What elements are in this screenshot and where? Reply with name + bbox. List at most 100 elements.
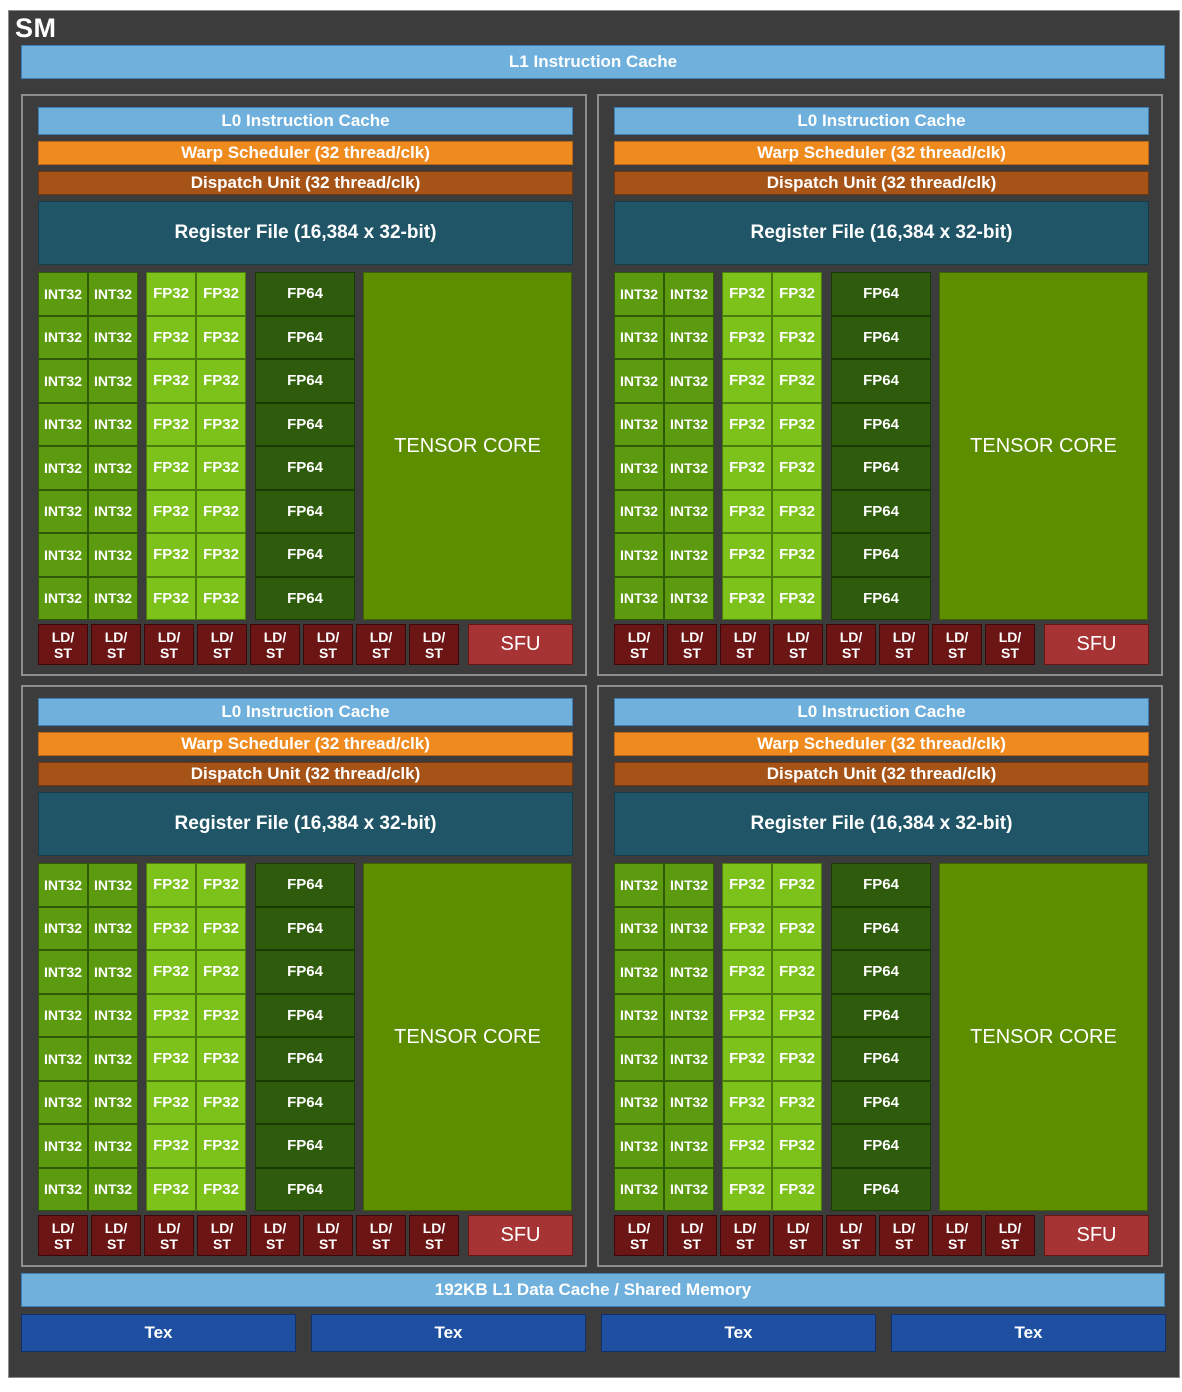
fp64-unit: FP64 [831, 1080, 931, 1124]
int32-row: INT32 INT32 [614, 272, 714, 316]
fp64-unit: FP64 [255, 950, 355, 994]
fp64-row: FP64 [831, 1037, 931, 1081]
ldst-st-label: ST [948, 644, 966, 661]
ldst-ld-label: LD/ [104, 628, 128, 645]
int32-unit: INT32 [664, 906, 714, 950]
processing-block-4: L0 Instruction Cache Warp Scheduler (32 t… [597, 685, 1163, 1267]
fp32-row: FP32 FP32 [722, 272, 822, 316]
int32-unit: INT32 [38, 863, 88, 907]
fp64-row: FP64 [255, 1037, 355, 1081]
fp32-unit: FP32 [772, 359, 822, 403]
fp32-unit: FP32 [196, 1037, 246, 1081]
fp64-row: FP64 [255, 906, 355, 950]
fp32-row: FP32 FP32 [722, 533, 822, 577]
fp32-unit: FP32 [772, 1080, 822, 1124]
int32-unit: INT32 [38, 359, 88, 403]
int32-unit: INT32 [614, 533, 664, 577]
fp64-unit: FP64 [831, 533, 931, 577]
fp64-row: FP64 [255, 993, 355, 1037]
fp32-unit: FP32 [146, 1080, 196, 1124]
dispatch-unit: Dispatch Unit (32 thread/clk) [614, 762, 1149, 786]
fp32-unit: FP32 [196, 359, 246, 403]
int32-row: INT32 INT32 [614, 1124, 714, 1168]
int32-unit: INT32 [88, 272, 138, 316]
ldst-st-label: ST [213, 1235, 231, 1252]
tex-unit: Tex [21, 1314, 296, 1352]
fp64-unit: FP64 [255, 1037, 355, 1081]
fp64-unit: FP64 [831, 1037, 931, 1081]
ldst-st-label: ST [319, 1235, 337, 1252]
int32-row: INT32 INT32 [614, 576, 714, 620]
fp64-row: FP64 [255, 576, 355, 620]
ldst-ld-label: LD/ [210, 628, 234, 645]
fp64-unit: FP64 [831, 315, 931, 359]
fp64-unit: FP64 [255, 489, 355, 533]
int32-unit: INT32 [614, 402, 664, 446]
fp32-row: FP32 FP32 [722, 1124, 822, 1168]
ldst-st-label: ST [266, 644, 284, 661]
fp32-row: FP32 FP32 [146, 993, 246, 1037]
ldst-unit: LD/ST [879, 624, 929, 665]
fp32-group: FP32 FP32 FP32 FP32 FP32 FP32 FP32 FP32 FP32 FP32… [722, 272, 822, 620]
ldst-st-label: ST [425, 1235, 443, 1252]
int32-unit: INT32 [664, 1080, 714, 1124]
l1-instruction-cache: L1 Instruction Cache [21, 45, 1165, 79]
fp32-unit: FP32 [722, 402, 772, 446]
ldst-ld-label: LD/ [369, 628, 393, 645]
fp32-row: FP32 FP32 [722, 1080, 822, 1124]
ldst-unit: LD/ST [197, 1215, 247, 1256]
fp32-unit: FP32 [196, 533, 246, 577]
dispatch-unit: Dispatch Unit (32 thread/clk) [614, 171, 1149, 195]
int32-unit: INT32 [664, 402, 714, 446]
fp64-row: FP64 [255, 533, 355, 577]
int32-unit: INT32 [88, 489, 138, 533]
int32-unit: INT32 [614, 1037, 664, 1081]
fp32-unit: FP32 [722, 1080, 772, 1124]
ldst-row: LD/ST LD/ST LD/ST LD/ST LD/ST LD/ST LD/ST LD/ST… [614, 1215, 1149, 1256]
ldst-st-label: ST [948, 1235, 966, 1252]
fp64-unit: FP64 [831, 359, 931, 403]
fp64-unit: FP64 [831, 993, 931, 1037]
fp32-unit: FP32 [196, 1124, 246, 1168]
ldst-st-label: ST [630, 1235, 648, 1252]
sm-label: SM [15, 13, 57, 43]
fp64-row: FP64 [831, 272, 931, 316]
fp64-unit: FP64 [255, 315, 355, 359]
sfu-unit: SFU [1044, 624, 1149, 665]
processing-block-1: L0 Instruction Cache Warp Scheduler (32 t… [21, 94, 587, 676]
int32-unit: INT32 [38, 576, 88, 620]
fp32-unit: FP32 [146, 359, 196, 403]
int32-unit: INT32 [664, 1124, 714, 1168]
fp64-row: FP64 [255, 402, 355, 446]
fp64-row: FP64 [831, 993, 931, 1037]
int32-row: INT32 INT32 [38, 993, 138, 1037]
ldst-st-label: ST [372, 1235, 390, 1252]
fp64-row: FP64 [255, 446, 355, 490]
fp64-unit: FP64 [255, 993, 355, 1037]
fp32-unit: FP32 [722, 1124, 772, 1168]
register-file: Register File (16,384 x 32-bit) [614, 792, 1149, 856]
fp64-unit: FP64 [255, 359, 355, 403]
ldst-ld-label: LD/ [733, 628, 757, 645]
fp64-row: FP64 [831, 576, 931, 620]
ldst-unit: LD/ST [38, 1215, 88, 1256]
fp64-row: FP64 [255, 272, 355, 316]
fp64-row: FP64 [831, 1080, 931, 1124]
fp64-group: FP64 FP64 FP64 FP64 FP64 FP64 FP64 FP64 [255, 863, 355, 1211]
fp64-row: FP64 [831, 863, 931, 907]
fp32-unit: FP32 [722, 489, 772, 533]
fp32-unit: FP32 [146, 863, 196, 907]
fp32-row: FP32 FP32 [146, 1080, 246, 1124]
ldst-st-label: ST [683, 1235, 701, 1252]
fp64-row: FP64 [831, 489, 931, 533]
fp64-unit: FP64 [831, 1124, 931, 1168]
fp32-unit: FP32 [196, 1080, 246, 1124]
int32-row: INT32 INT32 [38, 863, 138, 907]
ldst-st-label: ST [319, 644, 337, 661]
register-file: Register File (16,384 x 32-bit) [614, 201, 1149, 265]
fp64-unit: FP64 [255, 533, 355, 577]
fp32-unit: FP32 [196, 576, 246, 620]
ldst-unit: LD/ST [667, 1215, 717, 1256]
tensor-core: TENSOR CORE [363, 863, 572, 1211]
int32-unit: INT32 [614, 993, 664, 1037]
